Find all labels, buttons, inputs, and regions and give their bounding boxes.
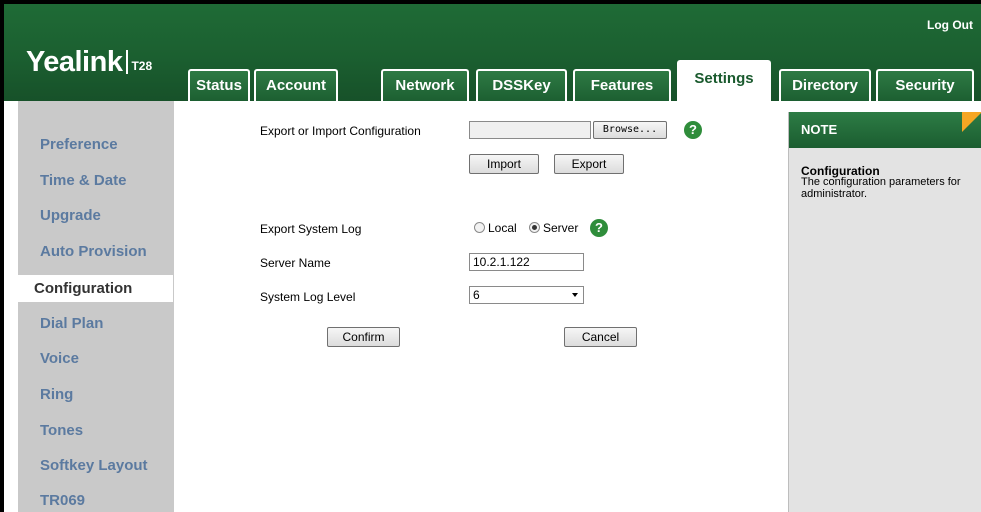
browse-button[interactable]: Browse... [593,121,667,139]
config-file-input[interactable] [469,121,591,139]
radio-server-label: Server [543,221,579,235]
tab-status[interactable]: Status [188,69,250,101]
sidebar-item-tones[interactable]: Tones [40,422,83,439]
sidebar-item-time-date[interactable]: Time & Date [40,172,126,189]
settings-sidebar [4,101,174,512]
tab-security[interactable]: Security [876,69,974,101]
export-system-log-label: Export System Log [260,222,362,236]
sidebar-left-margin [4,101,18,512]
sidebar-item-tr069[interactable]: TR069 [40,492,85,509]
note-corner-flag [962,112,981,132]
server-name-label: Server Name [260,256,331,270]
sidebar-item-softkey-layout[interactable]: Softkey Layout [40,457,148,474]
tab-features[interactable]: Features [573,69,671,101]
radio-server[interactable] [529,222,540,233]
radio-local-label: Local [488,221,517,235]
system-log-level-label: System Log Level [260,290,356,304]
help-icon[interactable]: ? [590,219,608,237]
sidebar-item-upgrade[interactable]: Upgrade [40,207,101,224]
chevron-down-icon [572,293,578,297]
tab-account[interactable]: Account [254,69,338,101]
cancel-button[interactable]: Cancel [564,327,637,347]
tab-network[interactable]: Network [381,69,469,101]
note-header: NOTE [789,112,981,148]
help-icon[interactable]: ? [684,121,702,139]
sidebar-item-dial-plan[interactable]: Dial Plan [40,315,103,332]
sidebar-item-ring[interactable]: Ring [40,386,73,403]
note-panel: NOTE Configuration The configuration par… [788,112,981,512]
export-import-label: Export or Import Configuration [260,124,421,138]
sidebar-item-voice[interactable]: Voice [40,350,79,367]
radio-local[interactable] [474,222,485,233]
logo-model: T28 [131,59,153,73]
sidebar-item-preference[interactable]: Preference [40,136,118,153]
log-level-value: 6 [473,288,480,302]
server-name-input[interactable]: 10.2.1.122 [469,253,584,271]
tab-dsskey[interactable]: DSSKey [476,69,567,101]
logo-separator [126,50,129,74]
import-button[interactable]: Import [469,154,539,174]
export-button[interactable]: Export [554,154,624,174]
log-level-select[interactable]: 6 [469,286,584,304]
yealink-logo: Yealink T28 [26,46,152,79]
confirm-button[interactable]: Confirm [327,327,400,347]
tab-settings[interactable]: Settings [677,60,771,102]
logo-brand: Yealink [26,46,123,78]
sidebar-item-auto-provision[interactable]: Auto Provision [40,243,147,260]
tab-directory[interactable]: Directory [779,69,871,101]
note-text: The configuration parameters for adminis… [801,176,961,200]
logout-link[interactable]: Log Out [927,18,973,32]
sidebar-item-configuration[interactable]: Configuration [18,275,173,302]
